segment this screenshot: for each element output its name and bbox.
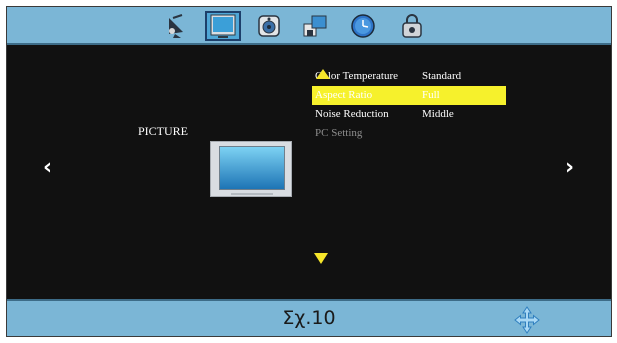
- menu-item-value: Full: [422, 89, 440, 101]
- menu-item-color-temperature[interactable]: Color Temperature Standard: [312, 67, 506, 86]
- section-title: PICTURE: [138, 124, 189, 138]
- tab-sound[interactable]: [254, 11, 284, 41]
- nav-right-arrow[interactable]: ›: [565, 155, 574, 180]
- four-way-arrow-icon: [514, 306, 540, 334]
- tv-preview-image: [210, 141, 292, 197]
- top-menu-bar: [7, 7, 611, 45]
- menu-item-value: Standard: [422, 70, 462, 82]
- setup-icon: [303, 15, 327, 37]
- scroll-down-arrow-icon[interactable]: [314, 253, 328, 264]
- tv-osd-screen: ‹ › PICTURE Color Temperature Standard A…: [6, 6, 612, 337]
- scroll-up-arrow-icon[interactable]: [316, 69, 330, 79]
- menu-item-value: Middle: [422, 108, 454, 120]
- menu-item-label: PC Setting: [315, 127, 363, 139]
- tab-lock[interactable]: [397, 11, 427, 41]
- menu-item-label: Aspect Ratio: [315, 89, 373, 101]
- lock-icon: [402, 14, 422, 38]
- tab-time[interactable]: [348, 11, 378, 41]
- clock-icon: [351, 14, 375, 38]
- tv-preview-base: [231, 193, 273, 195]
- nav-left-arrow[interactable]: ‹: [43, 155, 52, 180]
- picture-settings-menu: Color Temperature Standard Aspect Ratio …: [312, 67, 506, 143]
- menu-item-pc-setting: PC Setting: [312, 124, 506, 143]
- tab-picture[interactable]: [205, 11, 241, 41]
- picture-screen-icon: [210, 14, 236, 38]
- bottom-bar: Σχ.10: [7, 299, 611, 336]
- tv-preview-screen: [219, 146, 285, 190]
- speaker-icon: [258, 15, 280, 37]
- menu-item-aspect-ratio[interactable]: Aspect Ratio Full: [312, 86, 506, 105]
- satellite-dish-icon: [169, 14, 183, 38]
- tab-setup[interactable]: [300, 11, 330, 41]
- menu-item-noise-reduction[interactable]: Noise Reduction Middle: [312, 105, 506, 124]
- tab-channel[interactable]: [162, 11, 192, 41]
- menu-item-label: Noise Reduction: [315, 108, 389, 120]
